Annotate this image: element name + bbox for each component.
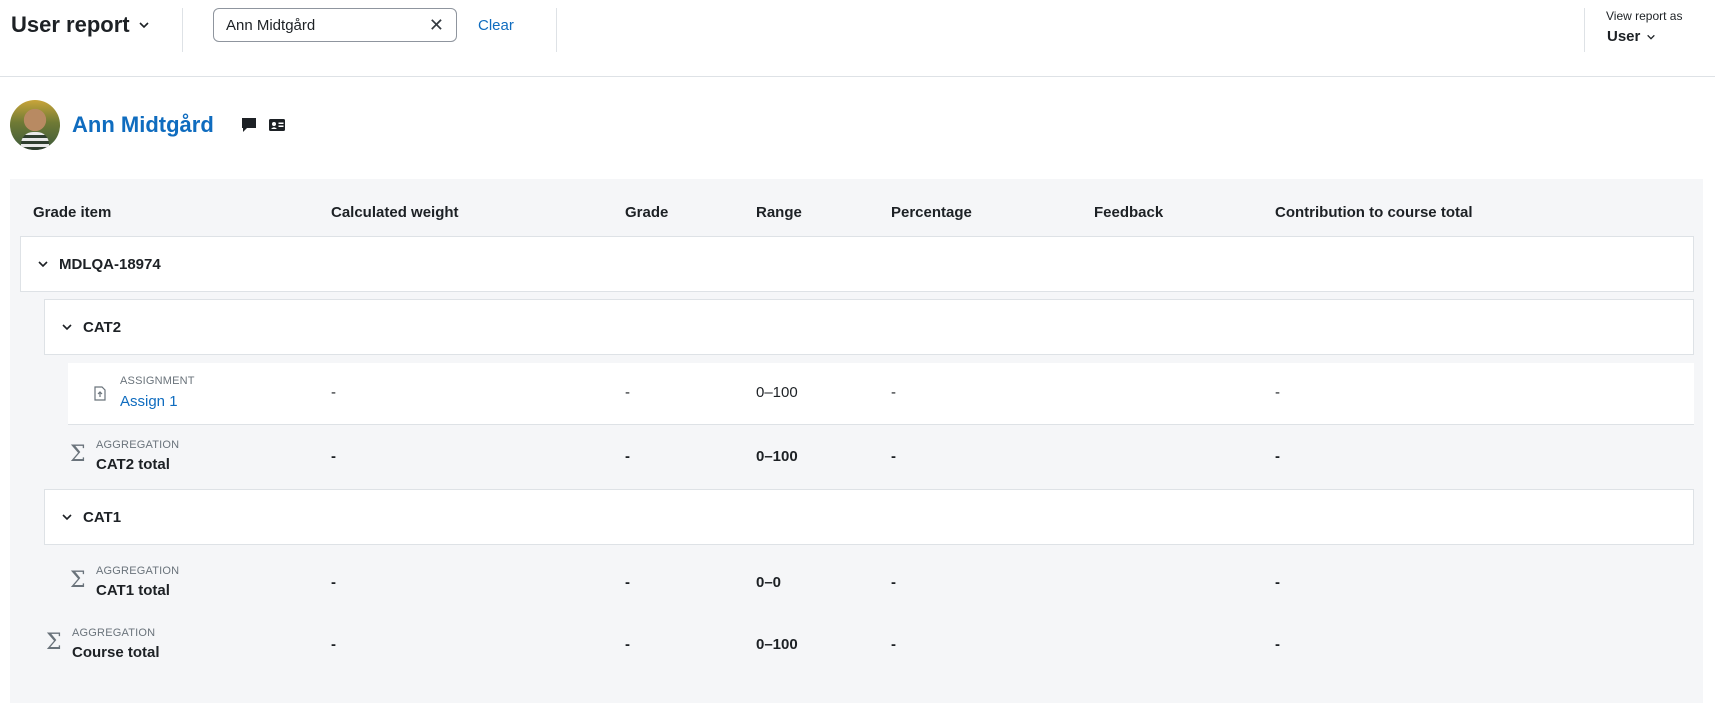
user-header: Ann Midtgård: [10, 100, 286, 150]
range-cell: 0–100: [756, 448, 798, 465]
assignment-link[interactable]: Assign 1: [120, 393, 178, 410]
weight-cell: -: [331, 636, 336, 653]
item-type-label: AGGREGATION: [96, 565, 180, 577]
view-report-as-value: User: [1607, 28, 1641, 45]
category-name: MDLQA-18974: [59, 255, 161, 273]
column-header-feedback: Feedback: [1094, 204, 1164, 221]
divider: [182, 8, 183, 52]
contribution-cell: -: [1275, 384, 1280, 401]
category-name: CAT1: [83, 508, 122, 526]
chevron-down-icon: [1647, 34, 1656, 40]
view-report-as-dropdown[interactable]: User: [1607, 28, 1656, 45]
id-card-icon[interactable]: [268, 116, 286, 134]
range-cell: 0–100: [756, 636, 798, 653]
column-header-contribution: Contribution to course total: [1275, 204, 1473, 221]
grade-cell: -: [625, 574, 630, 591]
item-name: Course total: [72, 644, 160, 661]
user-name-link[interactable]: Ann Midtgård: [72, 112, 214, 138]
item-type-label: AGGREGATION: [96, 439, 180, 451]
category-row: CAT1: [44, 489, 1694, 545]
item-name: CAT2 total: [96, 456, 170, 473]
clear-button[interactable]: Clear: [478, 17, 514, 34]
category-row: CAT2: [44, 299, 1694, 355]
chevron-down-icon[interactable]: [37, 258, 49, 270]
weight-cell: -: [331, 574, 336, 591]
user-search-input[interactable]: Ann Midtgård ✕: [213, 8, 457, 42]
grade-cell: -: [625, 636, 630, 653]
assignment-icon: [94, 386, 106, 401]
grade-cell: -: [625, 384, 630, 401]
chevron-down-icon: [139, 22, 149, 29]
search-value: Ann Midtgård: [226, 16, 316, 34]
column-header-range: Range: [756, 204, 802, 221]
top-bar: User report Ann Midtgård ✕ Clear View re…: [0, 0, 1715, 77]
chevron-down-icon[interactable]: [61, 321, 73, 333]
avatar[interactable]: [10, 100, 60, 150]
category-row: MDLQA-18974: [20, 236, 1694, 292]
column-header-grade-item: Grade item: [33, 204, 112, 221]
sigma-icon: Σ: [70, 442, 86, 467]
weight-cell: -: [331, 448, 336, 465]
message-icon[interactable]: [240, 116, 258, 134]
divider: [556, 8, 557, 52]
report-selector[interactable]: User report: [11, 12, 150, 38]
percentage-cell: -: [891, 636, 896, 653]
column-header-percentage: Percentage: [891, 204, 972, 221]
contribution-cell: -: [1275, 574, 1280, 591]
sigma-icon: Σ: [70, 568, 86, 593]
percentage-cell: -: [891, 574, 896, 591]
item-name: CAT1 total: [96, 582, 170, 599]
range-cell: 0–0: [756, 574, 782, 591]
grade-cell: -: [625, 448, 630, 465]
chevron-down-icon[interactable]: [61, 511, 73, 523]
item-type-label: ASSIGNMENT: [120, 375, 195, 387]
percentage-cell: -: [891, 384, 896, 401]
column-header-grade: Grade: [625, 204, 669, 221]
contribution-cell: -: [1275, 448, 1280, 465]
weight-cell: -: [331, 384, 336, 401]
item-type-label: AGGREGATION: [72, 627, 156, 639]
category-name: CAT2: [83, 318, 122, 336]
column-header-weight: Calculated weight: [331, 204, 459, 221]
sigma-icon: Σ: [46, 630, 62, 655]
percentage-cell: -: [891, 448, 896, 465]
table-row: [68, 363, 1694, 425]
view-report-as-label: View report as: [1606, 9, 1683, 23]
contribution-cell: -: [1275, 636, 1280, 653]
page-title: User report: [11, 12, 130, 37]
close-icon[interactable]: ✕: [429, 16, 444, 34]
divider: [1584, 8, 1585, 52]
range-cell: 0–100: [756, 384, 798, 401]
